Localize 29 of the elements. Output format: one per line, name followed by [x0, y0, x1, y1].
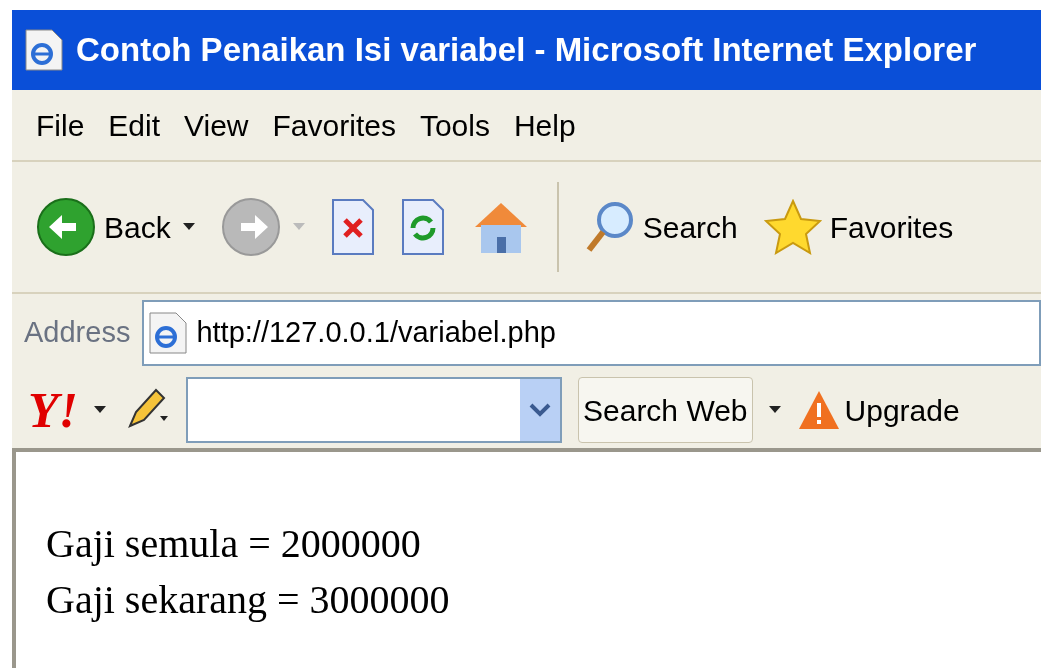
star-icon [763, 199, 822, 255]
window-title: Contoh Penaikan Isi variabel - Microsoft Internet Explorer [76, 30, 977, 71]
menu-item[interactable]: Help [513, 102, 576, 148]
page-text: Gaji semula = 2000000 [46, 520, 421, 568]
refresh-icon[interactable] [400, 198, 445, 256]
menu-item[interactable]: View [184, 102, 249, 148]
dropdown-chevron-icon[interactable] [520, 379, 560, 441]
dropdown-caret-icon[interactable] [768, 406, 781, 414]
page-text: Gaji sekarang = 3000000 [46, 576, 450, 624]
search-icon [584, 200, 635, 254]
menu-item[interactable]: Tools [419, 102, 490, 148]
upgrade-button[interactable]: Upgrade [796, 387, 960, 433]
page-icon [24, 28, 64, 72]
search-web-button[interactable]: Search Web [578, 377, 753, 443]
warning-icon [796, 389, 841, 431]
stop-icon[interactable] [330, 198, 375, 256]
menu-item[interactable]: File [36, 102, 85, 148]
search-button[interactable]: Search [584, 200, 738, 254]
yahoo-logo[interactable]: Y! [28, 372, 78, 448]
dropdown-caret-icon[interactable] [94, 406, 106, 414]
address-label: Address [24, 315, 131, 351]
address-field[interactable]: http://127.0.0.1/variabel.php [142, 300, 1041, 366]
back-button[interactable]: Back [36, 197, 171, 257]
search-input-field[interactable] [186, 377, 562, 443]
page-icon [148, 311, 189, 355]
menu-item[interactable]: Favorites [272, 102, 396, 148]
menu-item[interactable]: Edit [108, 102, 161, 148]
dropdown-caret-icon[interactable] [182, 223, 195, 231]
favorites-button[interactable]: Favorites [763, 199, 954, 255]
